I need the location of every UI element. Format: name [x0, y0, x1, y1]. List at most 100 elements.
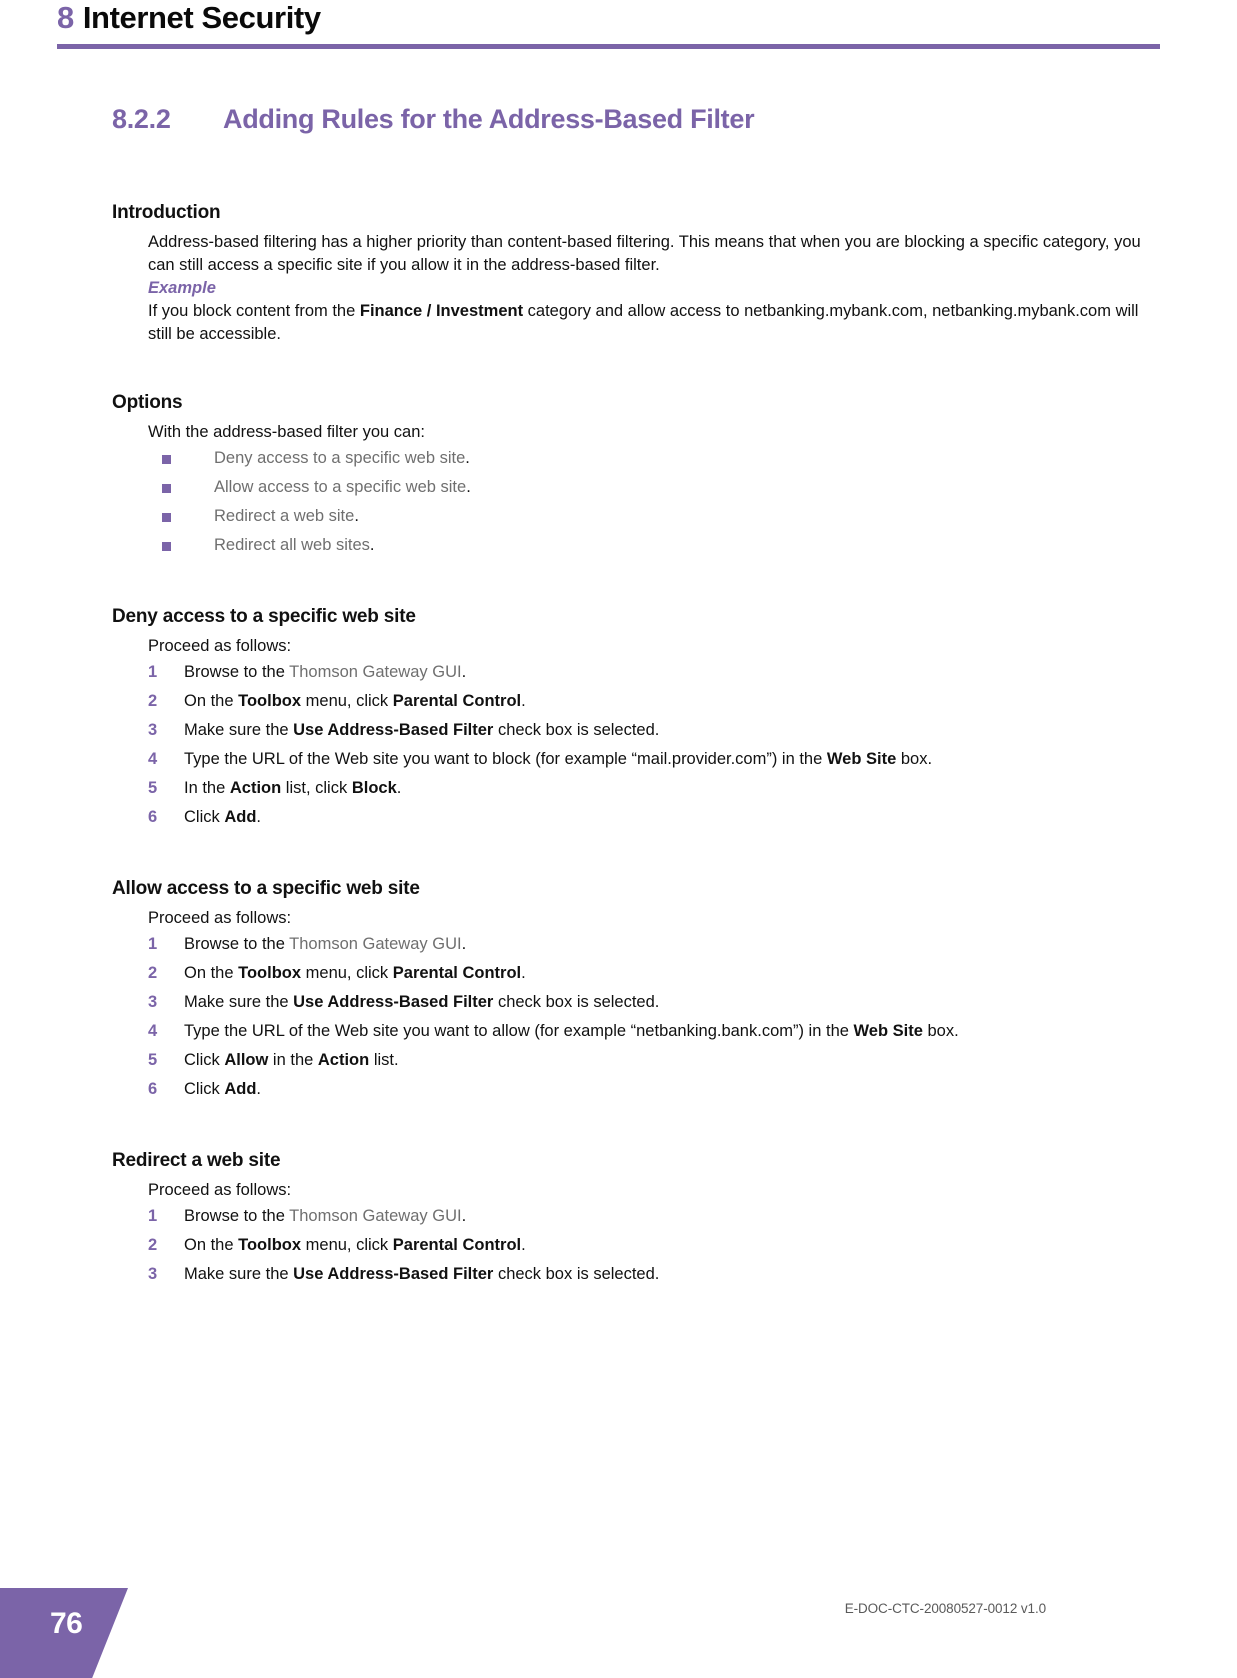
page-content: 8.2.2 Adding Rules for the Address-Based… [112, 104, 1152, 1289]
procedure-step: 1 Browse to the Thomson Gateway GUI. [148, 1202, 1152, 1231]
example-bold-term: Finance / Investment [359, 302, 524, 320]
procedure-step: 4 Type the URL of the Web site you want t… [148, 745, 1152, 774]
procedure-lead: Proceed as follows: [148, 909, 292, 927]
step-number: 2 [148, 1236, 158, 1254]
heading-options: Options [112, 392, 183, 413]
procedure-body: Proceed as follows: 1 Browse to the Thomso… [148, 635, 1152, 832]
bullet-square-icon [162, 542, 171, 551]
cross-reference-link[interactable]: Redirect all web sites [214, 536, 370, 554]
step-number: 3 [148, 993, 158, 1011]
section-heading: 8.2.2 Adding Rules for the Address-Based… [112, 104, 1152, 156]
step-number: 4 [148, 750, 158, 768]
cross-reference-link[interactable]: Redirect a web site [214, 507, 354, 525]
cross-reference-link[interactable]: Thomson Gateway GUI [289, 935, 461, 953]
step-text: Click [184, 808, 225, 826]
example-prefix: If you block content from the [148, 302, 360, 320]
step-text: in the [268, 1051, 318, 1069]
step-number: 2 [148, 964, 158, 982]
options-bullet-list: Deny access to a specific web site. Allow… [148, 444, 1152, 560]
heading-introduction: Introduction [112, 202, 221, 223]
procedure-sections: Deny access to a specific web site Procee… [112, 606, 1152, 1289]
step-text: list. [369, 1051, 399, 1069]
ui-term: Web Site [826, 750, 897, 768]
section-number: 8.2.2 [112, 104, 171, 134]
step-number: 3 [148, 1265, 158, 1283]
procedure-step: 3 Make sure the Use Address-Based Filter … [148, 716, 1152, 745]
procedure-step: 1 Browse to the Thomson Gateway GUI. [148, 930, 1152, 959]
step-text: Browse to the [184, 663, 290, 681]
procedure-body: Proceed as follows: 1 Browse to the Thomso… [148, 907, 1152, 1104]
ui-term: Toolbox [238, 1236, 302, 1254]
step-text: On the [184, 964, 239, 982]
list-item-tail: . [369, 536, 375, 554]
procedure-step: 2 On the Toolbox menu, click Parental Con… [148, 959, 1152, 988]
step-text: . [461, 935, 467, 953]
bullet-square-icon [162, 455, 171, 464]
procedure-step: 2 On the Toolbox menu, click Parental Con… [148, 1231, 1152, 1260]
step-text: . [461, 663, 467, 681]
options-body: With the address-based filter you can: D… [148, 421, 1152, 560]
cross-reference-link[interactable]: Deny access to a specific web site [214, 449, 465, 467]
step-number: 1 [148, 663, 158, 681]
step-number: 3 [148, 721, 158, 739]
chapter-header: 8 Internet Security [57, 0, 1160, 52]
procedure-step: 1 Browse to the Thomson Gateway GUI. [148, 658, 1152, 687]
step-text: . [461, 1207, 467, 1225]
ui-term: Add [224, 808, 257, 826]
bullet-square-icon [162, 513, 171, 522]
list-item-tail: . [465, 449, 470, 467]
list-item-tail: . [466, 478, 471, 496]
step-number: 5 [148, 1051, 158, 1069]
step-number: 6 [148, 808, 158, 826]
ui-term: Action [317, 1051, 370, 1069]
step-text: . [256, 808, 262, 826]
procedure-lead: Proceed as follows: [148, 637, 292, 655]
ui-term: Use Address-Based Filter [293, 1265, 494, 1283]
example-label: Example [148, 279, 216, 297]
procedure-step-list: 1 Browse to the Thomson Gateway GUI. 2 On t… [148, 930, 1152, 1104]
procedure-step: 6 Click Add. [148, 803, 1152, 832]
step-number: 5 [148, 779, 158, 797]
step-text: menu, click [301, 964, 393, 982]
cross-reference-link[interactable]: Thomson Gateway GUI [289, 663, 461, 681]
step-text: Type the URL of the Web site you want to… [184, 750, 827, 768]
ui-term: Action [229, 779, 282, 797]
step-text: In the [184, 779, 230, 797]
step-text: box. [922, 1022, 959, 1040]
step-text: check box is selected. [493, 721, 660, 739]
ui-term: Parental Control [392, 1236, 522, 1254]
header-divider-rule [57, 44, 1160, 49]
step-text: check box is selected. [493, 1265, 660, 1283]
procedure-step: 6 Click Add. [148, 1075, 1152, 1104]
procedure-step: 4 Type the URL of the Web site you want t… [148, 1017, 1152, 1046]
ui-term: Add [224, 1080, 257, 1098]
ui-term: Block [351, 779, 397, 797]
step-text: menu, click [301, 1236, 393, 1254]
ui-term: Use Address-Based Filter [293, 721, 494, 739]
procedure-step: 3 Make sure the Use Address-Based Filter … [148, 1260, 1152, 1289]
document-code: E-DOC-CTC-20080527-0012 v1.0 [844, 1601, 1046, 1616]
step-text: . [521, 964, 526, 982]
step-text: Type the URL of the Web site you want to… [184, 1022, 854, 1040]
procedure-step: 5 In the Action list, click Block. [148, 774, 1152, 803]
step-number: 1 [148, 935, 158, 953]
procedure-lead: Proceed as follows: [148, 1181, 292, 1199]
ui-term: Toolbox [238, 964, 302, 982]
cross-reference-link[interactable]: Thomson Gateway GUI [289, 1207, 461, 1225]
options-lead: With the address-based filter you can: [148, 423, 425, 441]
step-text: menu, click [301, 692, 393, 710]
ui-term: Allow [224, 1051, 269, 1069]
step-text: . [396, 779, 402, 797]
step-number: 2 [148, 692, 158, 710]
cross-reference-link[interactable]: Allow access to a specific web site [214, 478, 466, 496]
step-text: Make sure the [184, 993, 294, 1011]
list-item-tail: . [354, 507, 359, 525]
step-text: Click [184, 1080, 225, 1098]
list-item: Redirect all web sites. [148, 531, 1152, 560]
heading-procedure: Redirect a web site [112, 1150, 281, 1171]
step-text: Browse to the [184, 935, 290, 953]
ui-term: Web Site [853, 1022, 923, 1040]
chapter-name: Internet Security [82, 0, 321, 35]
introduction-body: Address-based filtering has a higher pri… [148, 231, 1152, 346]
step-text: . [521, 692, 526, 710]
